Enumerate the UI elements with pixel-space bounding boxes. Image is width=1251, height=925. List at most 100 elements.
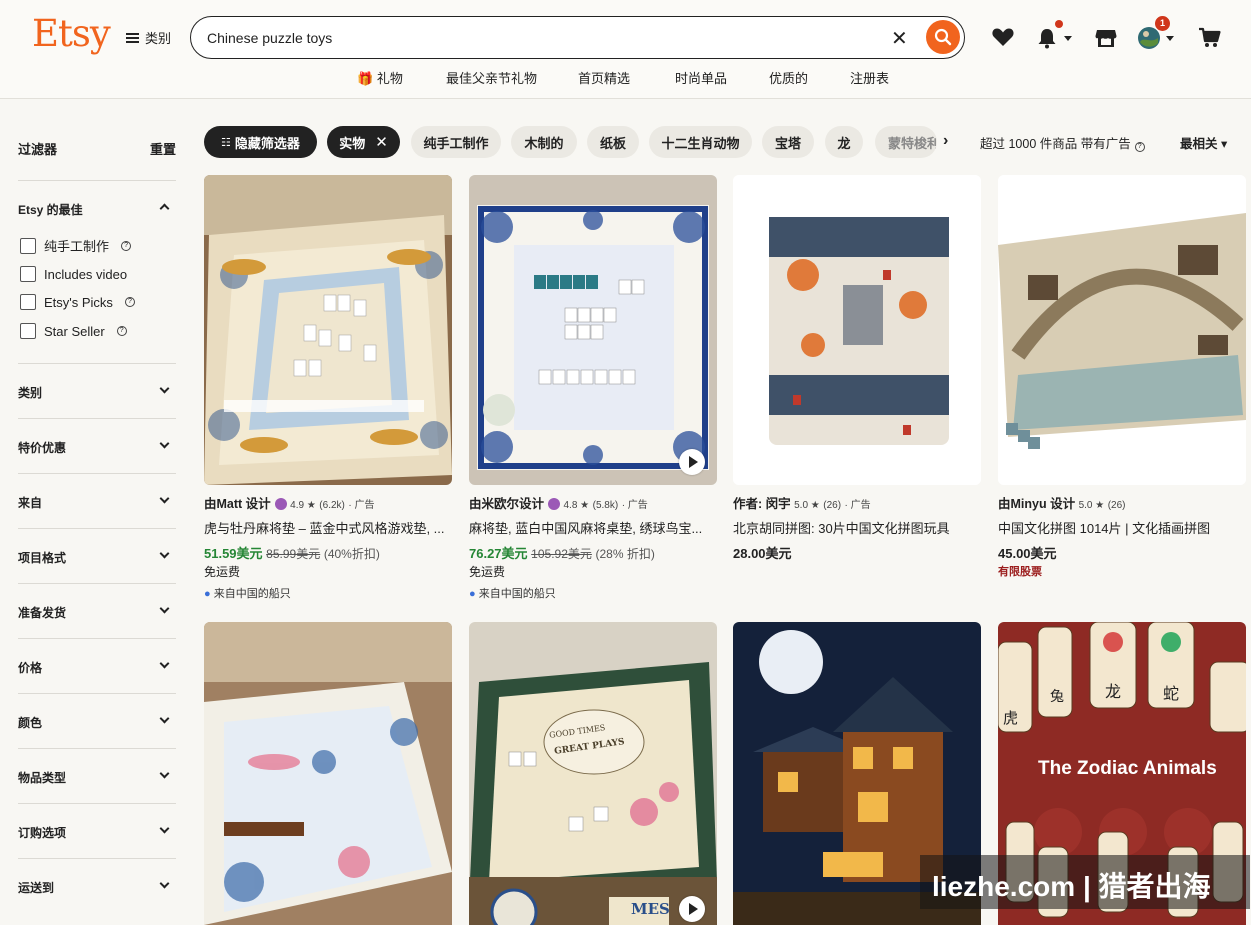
nav-fashion[interactable]: 时尚单品 (675, 68, 727, 87)
section-deals[interactable]: 特价优惠 (18, 439, 66, 456)
product-title[interactable]: 麻将垫, 蓝白中国风麻将桌垫, 绣球鸟宝... (469, 518, 719, 537)
nav-registry[interactable]: 注册表 (850, 68, 889, 87)
active-filter-chip[interactable]: 实物 ✕ (327, 126, 400, 158)
chevron-down-icon[interactable] (159, 713, 170, 724)
search-button[interactable] (926, 20, 960, 54)
watermark-overlay: liezhe.com | 猎者出海 (920, 855, 1250, 909)
chevron-right-icon[interactable]: › (943, 132, 948, 150)
chevron-down-icon[interactable] (159, 493, 170, 504)
chevron-down-icon (1166, 36, 1174, 41)
price-row: 45.00美元 (998, 546, 1057, 561)
filter-etsy-picks[interactable]: Etsy's Picks? (20, 294, 135, 310)
cart-count-badge: 1 (1155, 16, 1170, 31)
ships-from: ● 来自中国的船只 (469, 588, 556, 600)
chevron-down-icon[interactable] (159, 603, 170, 614)
menu-icon (126, 32, 139, 43)
etsy-best-title[interactable]: Etsy 的最佳 (18, 201, 83, 218)
zodiac-tile-text: 龙 (1105, 684, 1122, 701)
section-price[interactable]: 价格 (18, 659, 42, 676)
seller-info: 由Minyu 设计 5.0 ★ (26) (998, 497, 1126, 511)
location-pin-icon: ● (204, 588, 211, 600)
help-icon[interactable]: ? (1134, 142, 1145, 152)
etsy-logo[interactable]: Etsy (32, 12, 111, 55)
filter-sliders-icon: ☷ (221, 136, 231, 149)
section-category[interactable]: 类别 (18, 384, 42, 401)
section-ready-to-ship[interactable]: 准备发货 (18, 604, 66, 621)
nav-home-picks[interactable]: 首页精选 (578, 68, 630, 87)
section-order-options[interactable]: 订购选项 (18, 824, 66, 841)
product-image-blue-mahjong-mat[interactable] (469, 175, 717, 485)
notifications-bell-icon[interactable] (1036, 26, 1062, 50)
product-image-good-times-mat[interactable]: GOOD TIMES GREAT PLAYS MES (469, 622, 717, 925)
chevron-down-icon[interactable] (159, 823, 170, 834)
nav-gifts[interactable]: 🎁 礼物 (357, 68, 403, 87)
filter-includes-video[interactable]: Includes video (20, 266, 127, 282)
product-image-beijing-hutong-puzzle[interactable] (733, 175, 981, 485)
divider (18, 363, 176, 364)
section-ship-to[interactable]: 运送到 (18, 879, 54, 896)
help-icon[interactable]: ? (124, 297, 135, 307)
nav-premium[interactable]: 优质的 (769, 68, 808, 87)
chip-montessori[interactable]: 蒙特梭利 (875, 126, 937, 158)
divider (18, 528, 176, 529)
free-shipping: 免运费 (204, 565, 241, 579)
chevron-down-icon[interactable] (159, 383, 170, 394)
seller-info: 由Matt 设计 4.9 ★ (6.2k) · 广告 (204, 497, 375, 511)
checkbox[interactable] (20, 323, 36, 339)
product-title[interactable]: 北京胡同拼图: 30片中国文化拼图玩具 (733, 518, 983, 537)
zodiac-tile-text: 兔 (1050, 688, 1064, 704)
filter-star-seller[interactable]: Star Seller? (20, 323, 127, 339)
checkbox[interactable] (20, 266, 36, 282)
divider (18, 473, 176, 474)
divider (18, 858, 176, 859)
checkbox[interactable] (20, 294, 36, 310)
section-item-type[interactable]: 物品类型 (18, 769, 66, 786)
product-image-bridge-puzzle[interactable] (998, 175, 1246, 485)
chevron-down-icon[interactable] (159, 438, 170, 449)
chip-cardboard[interactable]: 纸板 (587, 126, 639, 158)
section-color[interactable]: 颜色 (18, 714, 42, 731)
clear-search-icon[interactable]: ✕ (891, 26, 908, 51)
product-title[interactable]: 虎与牡丹麻将垫 – 蓝金中式风格游戏垫, ... (204, 518, 454, 537)
checkbox[interactable] (20, 237, 36, 254)
product-image-pagoda-mat[interactable] (204, 622, 452, 925)
hide-filters-button[interactable]: ☷ 隐藏筛选器 (204, 126, 317, 158)
chip-pagoda[interactable]: 宝塔 (762, 126, 814, 158)
chevron-down-icon[interactable] (159, 878, 170, 889)
chevron-up-icon[interactable] (159, 203, 170, 214)
help-icon[interactable]: ? (116, 326, 127, 336)
divider (18, 638, 176, 639)
divider (18, 180, 176, 181)
search-icon (934, 28, 952, 46)
chip-dragon[interactable]: 龙 (825, 126, 863, 158)
price-row: 28.00美元 (733, 546, 792, 561)
categories-button[interactable]: 类别 (126, 28, 171, 47)
section-item-format[interactable]: 项目格式 (18, 549, 66, 566)
favorites-heart-icon[interactable] (991, 26, 1017, 50)
reset-filters-link[interactable]: 重置 (150, 139, 176, 158)
section-ships-from[interactable]: 来自 (18, 494, 42, 511)
nav-fathers-day[interactable]: 最佳父亲节礼物 (446, 68, 537, 87)
help-icon[interactable]: ? (121, 240, 132, 251)
star-seller-icon (548, 498, 561, 510)
shop-manager-icon[interactable] (1094, 26, 1120, 50)
divider (18, 803, 176, 804)
chip-zodiac[interactable]: 十二生肖动物 (649, 126, 752, 158)
remove-filter-icon[interactable]: ✕ (375, 133, 388, 151)
star-seller-icon (274, 498, 287, 510)
price-row: 51.59美元 85.99美元 (40%折扣) (204, 546, 380, 561)
play-video-icon[interactable] (679, 896, 705, 922)
product-image-mahjong-mat[interactable] (204, 175, 452, 485)
chip-wooden[interactable]: 木制的 (511, 126, 577, 158)
chip-handmade[interactable]: 纯手工制作 (411, 126, 501, 158)
chevron-down-icon[interactable] (159, 658, 170, 669)
play-video-icon[interactable] (679, 449, 705, 475)
sort-dropdown[interactable]: 最相关 ▾ (1180, 133, 1227, 152)
product-title[interactable]: 中国文化拼图 1014片 | 文化插画拼图 (998, 518, 1248, 537)
cart-icon[interactable] (1198, 26, 1224, 50)
search-input[interactable] (207, 27, 867, 49)
ships-from: ● 来自中国的船只 (204, 588, 291, 600)
chevron-down-icon[interactable] (159, 768, 170, 779)
chevron-down-icon[interactable] (159, 548, 170, 559)
filter-handmade[interactable]: 纯手工制作? (20, 236, 132, 255)
